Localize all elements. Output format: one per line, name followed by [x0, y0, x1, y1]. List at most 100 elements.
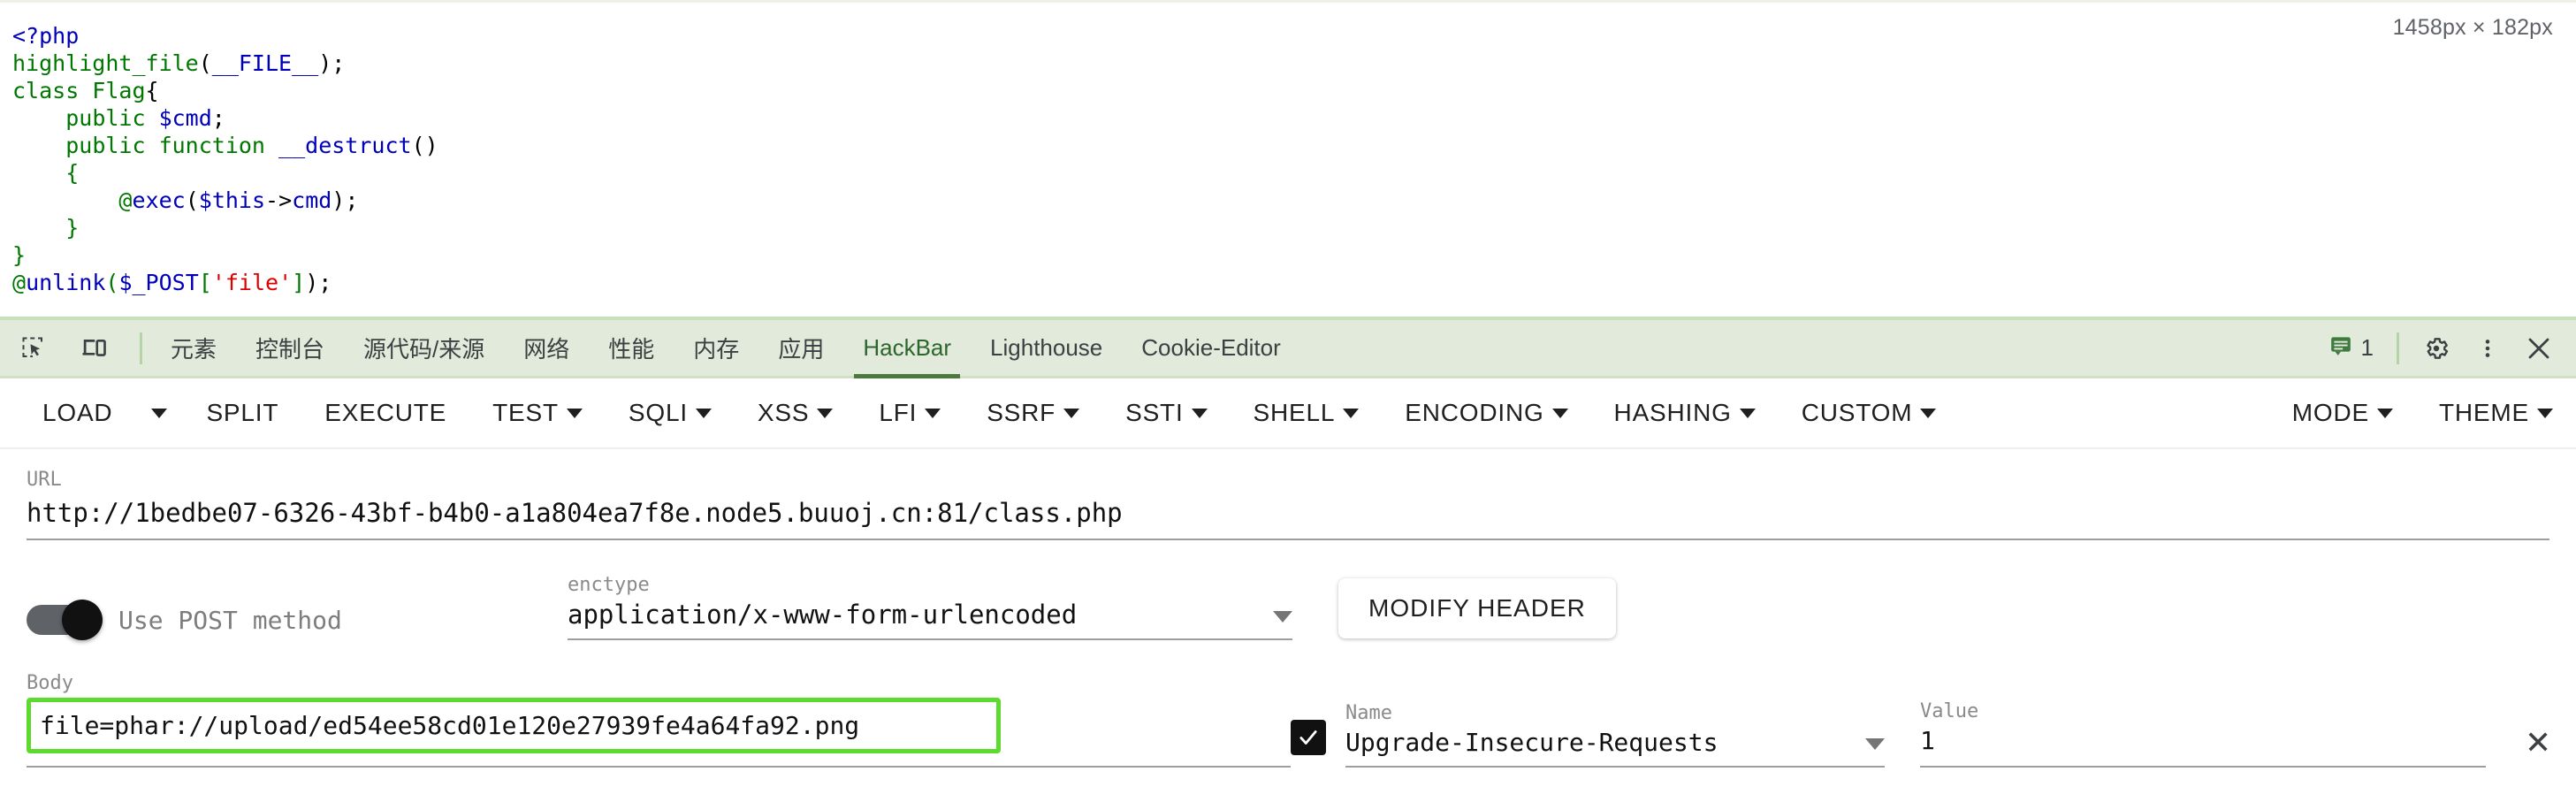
- url-label: URL: [27, 469, 62, 491]
- code-token: );: [318, 50, 346, 76]
- code-token: );: [305, 270, 332, 295]
- devtools-tab-3[interactable]: 网络: [504, 320, 589, 376]
- hackbar-button-mode[interactable]: MODE: [2269, 386, 2416, 439]
- enctype-select[interactable]: application/x-www-form-urlencoded: [568, 600, 1292, 640]
- url-field-group: URL: [27, 469, 2549, 540]
- hackbar-button-ssrf[interactable]: SSRF: [964, 386, 1102, 439]
- devtools-tab-2[interactable]: 源代码/来源: [344, 320, 504, 376]
- remove-header-icon[interactable]: ✕: [2525, 727, 2551, 759]
- devtools-tab-label: Cookie-Editor: [1141, 334, 1281, 361]
- close-icon[interactable]: [2516, 326, 2562, 371]
- header-enabled-checkbox[interactable]: [1291, 720, 1326, 755]
- php-source-code: <?php highlight_file(__FILE__); class Fl…: [0, 3, 2576, 296]
- toolbar-button-label: SSTI: [1125, 399, 1184, 426]
- devtools-panel: 元素 控制台 源代码/来源 网络 性能 内存 应用 HackBar Lighthouse Cook…: [0, 317, 2576, 787]
- header-value-group: Value: [1920, 700, 2486, 768]
- devtools-tab-9[interactable]: Cookie-Editor: [1122, 320, 1300, 376]
- kebab-menu-icon[interactable]: [2465, 326, 2511, 371]
- code-token: exec: [132, 187, 186, 213]
- code-token: $cmd: [158, 105, 212, 131]
- console-message-count[interactable]: 1: [2321, 333, 2382, 363]
- chevron-down-icon: [1739, 408, 1756, 418]
- toolbar-button-label: SSRF: [987, 399, 1056, 426]
- device-toolbar-icon[interactable]: [71, 326, 117, 371]
- code-token: __destruct: [278, 133, 412, 158]
- body-field-group: Body: [27, 672, 1291, 768]
- hackbar-button-theme[interactable]: THEME: [2416, 386, 2576, 439]
- code-token: (: [105, 270, 119, 295]
- devtools-tab-label: 源代码/来源: [363, 336, 485, 363]
- chevron-down-icon: [566, 408, 583, 418]
- code-token: highlight_file: [12, 50, 199, 76]
- code-token: }: [12, 242, 27, 268]
- hackbar-button-custom[interactable]: CUSTOM: [1779, 386, 1960, 439]
- use-post-method-label: Use POST method: [118, 605, 342, 635]
- right-divider: [2397, 332, 2399, 364]
- chevron-down-icon: [1343, 408, 1360, 418]
- url-input[interactable]: [27, 494, 2549, 540]
- hackbar-button-ssti[interactable]: SSTI: [1102, 386, 1230, 439]
- hackbar-button-xss[interactable]: XSS: [735, 386, 856, 439]
- devtools-tab-7[interactable]: HackBar: [843, 320, 971, 378]
- devtools-tab-label: 性能: [608, 336, 655, 363]
- chevron-down-icon[interactable]: [1865, 738, 1885, 750]
- body-input[interactable]: [27, 698, 1001, 753]
- enctype-value: application/x-www-form-urlencoded: [568, 600, 1078, 630]
- header-name-select[interactable]: Upgrade-Insecure-Requests: [1345, 728, 1885, 768]
- header-name-value: Upgrade-Insecure-Requests: [1345, 728, 1719, 757]
- use-post-method-toggle[interactable]: [27, 600, 103, 640]
- body-and-headers-row: Body Name Upgrade-Insecure-Requests: [27, 672, 2551, 768]
- enctype-field-group: enctype application/x-www-form-urlencode…: [568, 574, 1292, 640]
- code-token: public: [65, 105, 159, 131]
- hackbar-button-split[interactable]: SPLIT: [183, 386, 301, 439]
- toolbar-button-label: XSS: [757, 399, 810, 426]
- code-token: <?php: [12, 23, 80, 49]
- code-token: {: [145, 78, 159, 103]
- hackbar-button-test[interactable]: TEST: [469, 386, 606, 439]
- hackbar-button-sqli[interactable]: SQLI: [606, 386, 735, 439]
- hackbar-button-load[interactable]: LOAD: [19, 386, 135, 439]
- code-token: public function: [65, 133, 279, 158]
- toolbar-button-label: SHELL: [1253, 399, 1336, 426]
- hackbar-button-lfi[interactable]: LFI: [856, 386, 964, 439]
- devtools-tab-label: 网络: [523, 336, 570, 363]
- devtools-tab-label: HackBar: [863, 334, 952, 361]
- inspect-element-icon[interactable]: [11, 326, 57, 371]
- toolbar-button-label: THEME: [2439, 399, 2529, 426]
- devtools-tab-1[interactable]: 控制台: [236, 320, 344, 376]
- hackbar-button-execute[interactable]: EXECUTE: [301, 386, 469, 439]
- devtools-tab-5[interactable]: 内存: [674, 320, 758, 376]
- toggle-knob: [62, 600, 103, 640]
- devtools-tab-6[interactable]: 应用: [758, 320, 843, 376]
- chevron-down-icon: [2377, 408, 2393, 418]
- code-token: $this: [198, 187, 266, 213]
- body-underline: [27, 766, 1291, 768]
- body-label: Body: [27, 672, 73, 694]
- modify-header-wrap: MODIFY HEADER: [1338, 578, 1616, 640]
- chevron-down-icon: [1063, 408, 1080, 418]
- devtools-tab-8[interactable]: Lighthouse: [971, 320, 1122, 376]
- hackbar-button-encoding[interactable]: ENCODING: [1382, 386, 1590, 439]
- chevron-down-icon: [1551, 408, 1568, 418]
- enctype-label: enctype: [568, 574, 650, 596]
- modify-header-button[interactable]: MODIFY HEADER: [1338, 578, 1616, 638]
- header-name-group: Name Upgrade-Insecure-Requests: [1345, 702, 1885, 768]
- code-token: 'file': [211, 270, 293, 295]
- devtools-tab-label: Lighthouse: [990, 334, 1103, 361]
- code-token: $_POST: [118, 270, 199, 295]
- header-value-input[interactable]: [1920, 726, 2486, 768]
- toolbar-button-label: ENCODING: [1405, 399, 1544, 426]
- code-token: }: [65, 215, 80, 241]
- hackbar-load-dropdown[interactable]: [135, 386, 183, 439]
- hackbar-button-shell[interactable]: SHELL: [1231, 386, 1383, 439]
- devtools-tab-4[interactable]: 性能: [589, 320, 674, 376]
- devtools-tab-0[interactable]: 元素: [151, 320, 236, 376]
- code-token: ;: [211, 105, 225, 131]
- toolbar-button-label: HASHING: [1613, 399, 1732, 426]
- chevron-down-icon[interactable]: [1273, 611, 1292, 623]
- hackbar-button-hashing[interactable]: HASHING: [1591, 386, 1779, 439]
- code-token: [: [198, 270, 212, 295]
- gear-icon[interactable]: [2413, 326, 2459, 371]
